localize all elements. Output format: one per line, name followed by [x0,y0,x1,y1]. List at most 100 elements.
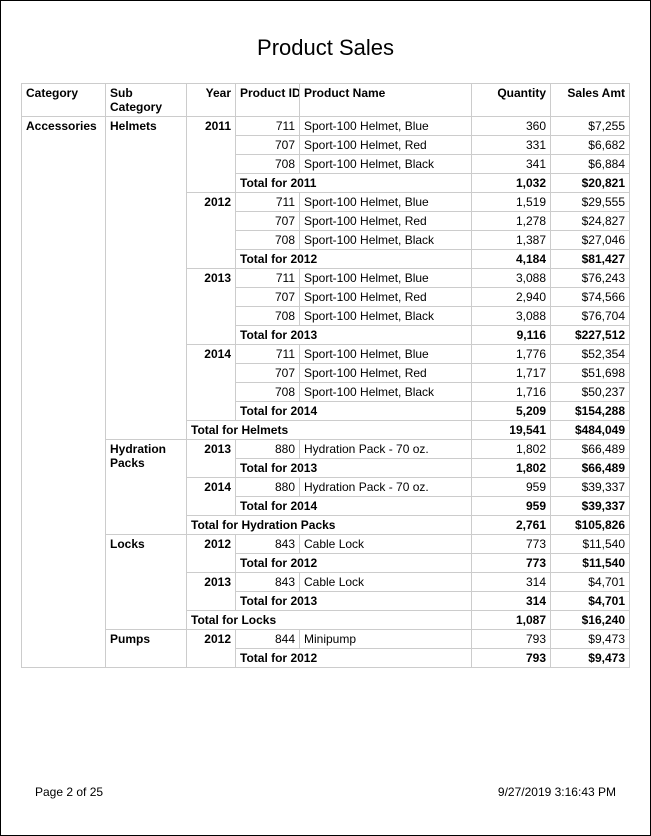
subcategory-total-label: Total for Hydration Packs [187,516,472,535]
subcategory-total-qty: 1,087 [472,611,551,630]
page-indicator: Page 2 of 25 [35,785,103,799]
product-name-cell: Sport-100 Helmet, Red [300,288,472,307]
sales-table: Category Sub Category Year Product ID Pr… [21,83,630,668]
product-id-cell: 711 [236,117,300,136]
subcategory-total-amt: $484,049 [551,421,630,440]
table-row: Locks2012843Cable Lock773$11,540 [22,535,630,554]
year-total-qty: 959 [472,497,551,516]
year-total-qty: 773 [472,554,551,573]
quantity-cell: 314 [472,573,551,592]
year-total-amt: $9,473 [551,649,630,668]
col-product-name: Product Name [300,84,472,117]
page-footer: Page 2 of 25 9/27/2019 3:16:43 PM [35,785,616,799]
product-id-cell: 708 [236,383,300,402]
year-cell: 2014 [187,478,236,516]
quantity-cell: 793 [472,630,551,649]
table-row: Pumps2012844Minipump793$9,473 [22,630,630,649]
product-id-cell: 707 [236,136,300,155]
year-total-qty: 9,116 [472,326,551,345]
year-cell: 2014 [187,345,236,421]
year-cell: 2012 [187,535,236,573]
product-name-cell: Sport-100 Helmet, Black [300,155,472,174]
table-row: AccessoriesHelmets2011711Sport-100 Helme… [22,117,630,136]
subcategory-total-label: Total for Locks [187,611,472,630]
subcategory-total-amt: $16,240 [551,611,630,630]
product-name-cell: Sport-100 Helmet, Black [300,307,472,326]
sales-amt-cell: $6,682 [551,136,630,155]
product-id-cell: 711 [236,269,300,288]
year-total-label: Total for 2011 [236,174,472,193]
year-total-label: Total for 2013 [236,326,472,345]
sales-amt-cell: $7,255 [551,117,630,136]
year-total-amt: $39,337 [551,497,630,516]
product-name-cell: Sport-100 Helmet, Red [300,136,472,155]
quantity-cell: 3,088 [472,307,551,326]
product-id-cell: 708 [236,155,300,174]
quantity-cell: 1,802 [472,440,551,459]
sales-amt-cell: $27,046 [551,231,630,250]
product-id-cell: 880 [236,440,300,459]
sales-amt-cell: $6,884 [551,155,630,174]
sales-amt-cell: $39,337 [551,478,630,497]
product-id-cell: 843 [236,573,300,592]
product-id-cell: 707 [236,288,300,307]
quantity-cell: 2,940 [472,288,551,307]
product-id-cell: 707 [236,212,300,231]
product-id-cell: 711 [236,193,300,212]
subcategory-cell: Helmets [106,117,187,440]
category-cell: Accessories [22,117,106,668]
subcategory-total-label: Total for Helmets [187,421,472,440]
year-cell: 2013 [187,440,236,478]
product-name-cell: Minipump [300,630,472,649]
quantity-cell: 773 [472,535,551,554]
sales-amt-cell: $9,473 [551,630,630,649]
year-total-amt: $4,701 [551,592,630,611]
product-id-cell: 708 [236,231,300,250]
sales-amt-cell: $51,698 [551,364,630,383]
year-total-amt: $20,821 [551,174,630,193]
sales-amt-cell: $50,237 [551,383,630,402]
subcategory-total-qty: 2,761 [472,516,551,535]
col-quantity: Quantity [472,84,551,117]
quantity-cell: 3,088 [472,269,551,288]
year-total-amt: $154,288 [551,402,630,421]
product-name-cell: Hydration Pack - 70 oz. [300,478,472,497]
report-title: Product Sales [21,35,630,61]
quantity-cell: 1,717 [472,364,551,383]
col-product-id: Product ID [236,84,300,117]
quantity-cell: 1,519 [472,193,551,212]
table-row: Hydration Packs2013880Hydration Pack - 7… [22,440,630,459]
quantity-cell: 1,776 [472,345,551,364]
product-name-cell: Cable Lock [300,535,472,554]
header-row: Category Sub Category Year Product ID Pr… [22,84,630,117]
sales-amt-cell: $76,243 [551,269,630,288]
subcategory-cell: Locks [106,535,187,630]
product-name-cell: Sport-100 Helmet, Blue [300,269,472,288]
quantity-cell: 341 [472,155,551,174]
product-name-cell: Cable Lock [300,573,472,592]
quantity-cell: 1,387 [472,231,551,250]
sales-amt-cell: $74,566 [551,288,630,307]
subcategory-total-qty: 19,541 [472,421,551,440]
product-id-cell: 844 [236,630,300,649]
product-name-cell: Sport-100 Helmet, Black [300,383,472,402]
year-total-label: Total for 2012 [236,649,472,668]
sales-amt-cell: $24,827 [551,212,630,231]
year-total-amt: $227,512 [551,326,630,345]
quantity-cell: 331 [472,136,551,155]
year-total-label: Total for 2013 [236,592,472,611]
product-name-cell: Sport-100 Helmet, Blue [300,345,472,364]
quantity-cell: 959 [472,478,551,497]
product-id-cell: 711 [236,345,300,364]
col-subcategory: Sub Category [106,84,187,117]
sales-amt-cell: $4,701 [551,573,630,592]
year-total-label: Total for 2013 [236,459,472,478]
product-id-cell: 843 [236,535,300,554]
year-cell: 2011 [187,117,236,193]
year-total-qty: 314 [472,592,551,611]
year-total-label: Total for 2014 [236,497,472,516]
year-total-amt: $66,489 [551,459,630,478]
sales-amt-cell: $29,555 [551,193,630,212]
product-name-cell: Sport-100 Helmet, Blue [300,193,472,212]
year-total-qty: 5,209 [472,402,551,421]
